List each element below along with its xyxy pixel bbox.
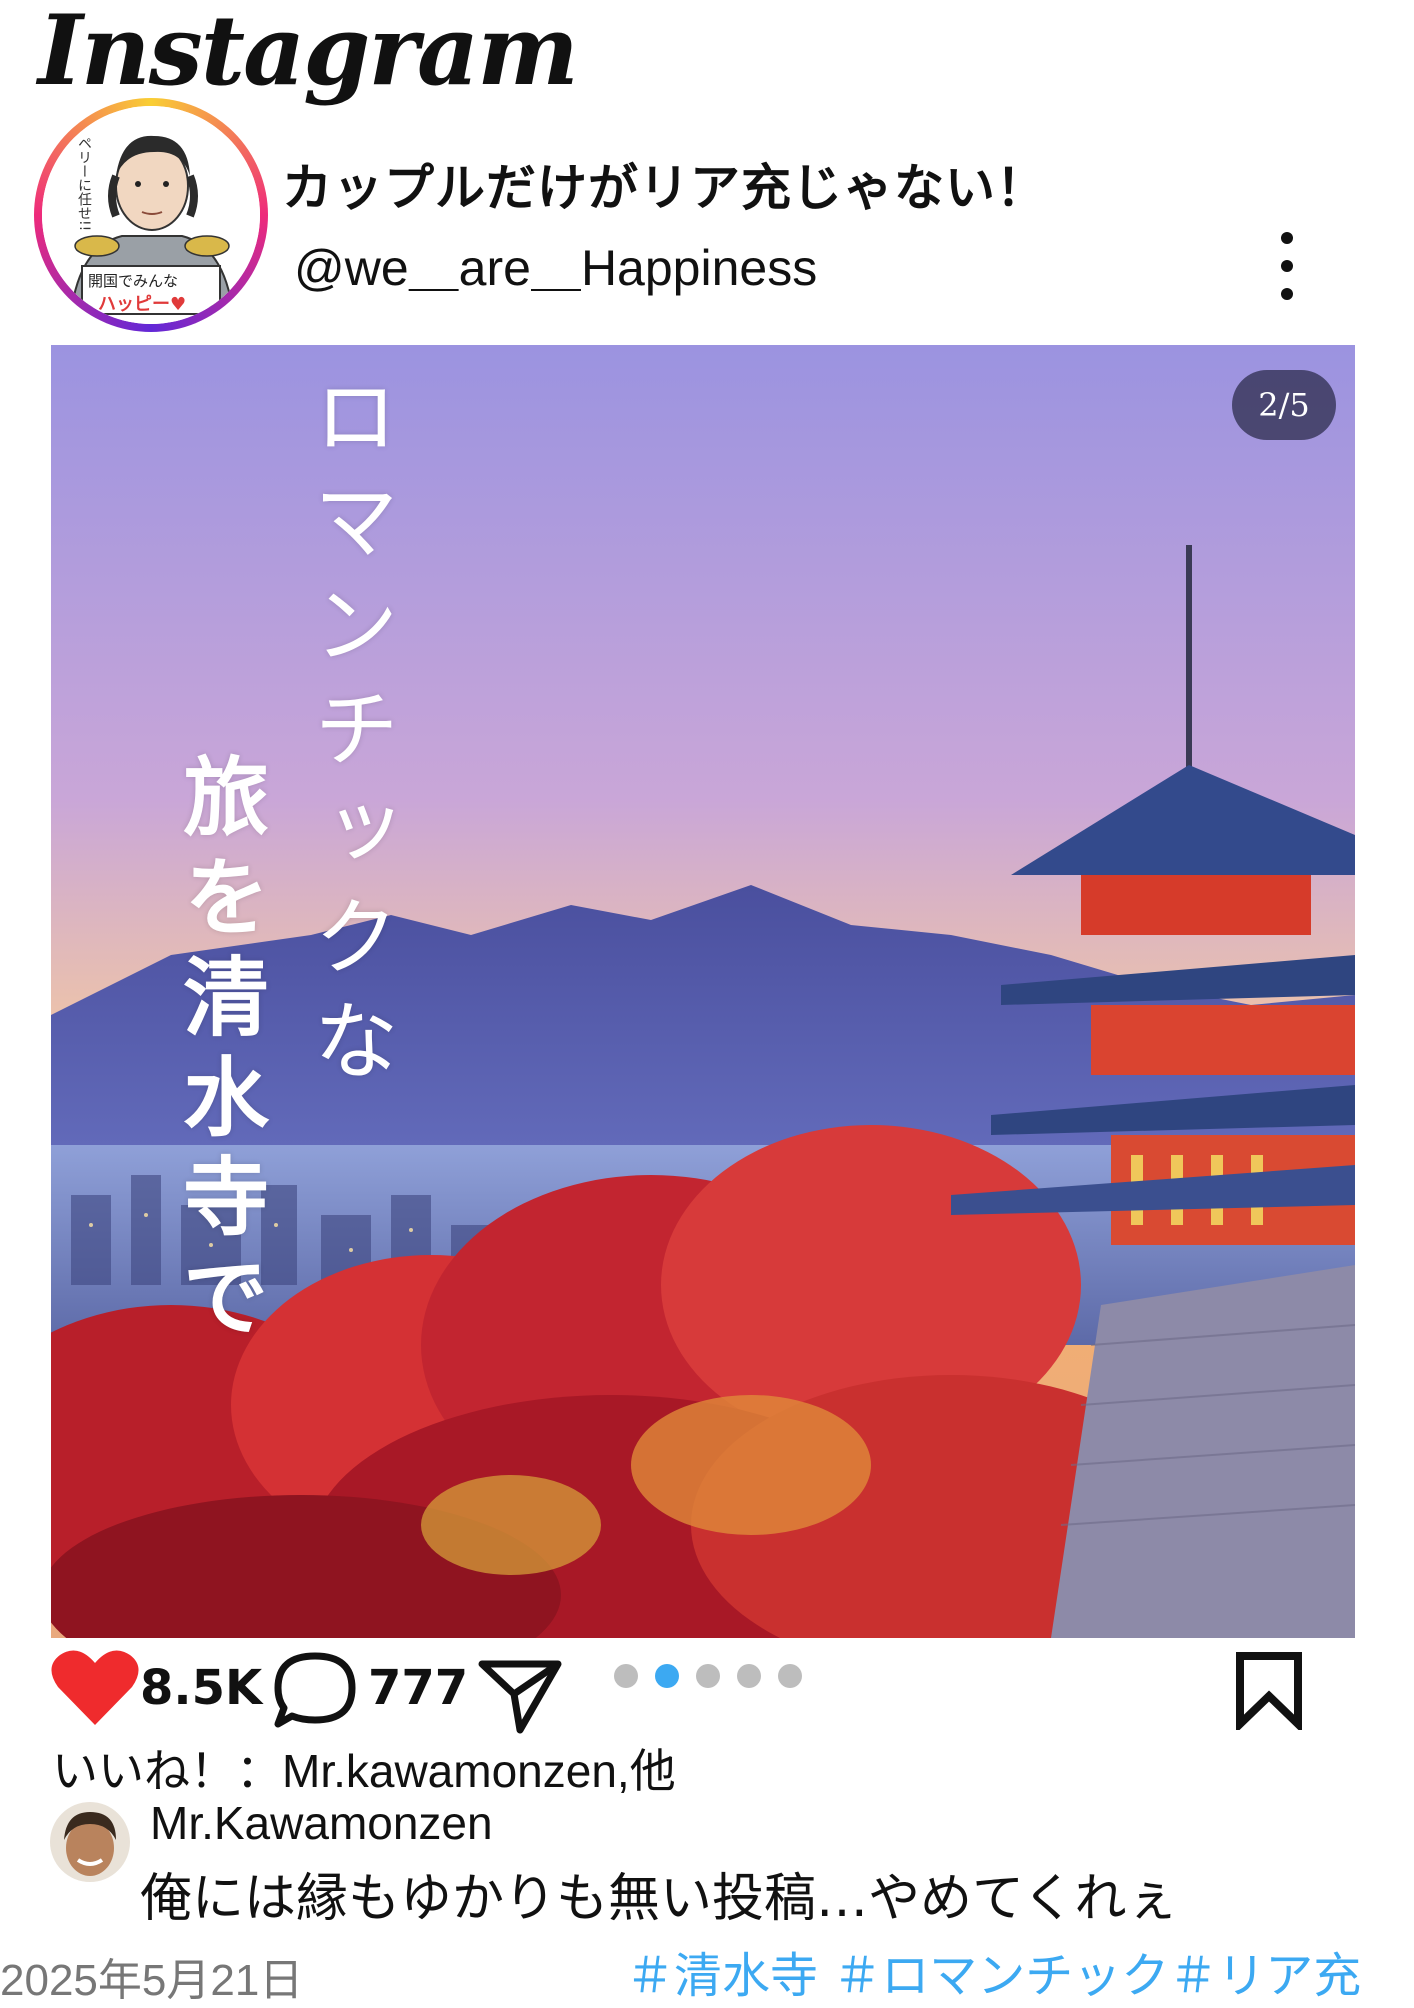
avatar-badge-line1: 開国でみんな: [88, 272, 179, 290]
more-vertical-icon[interactable]: [1272, 232, 1302, 300]
commenter-avatar[interactable]: [50, 1802, 130, 1882]
commenter-name[interactable]: Mr.Kawamonzen: [150, 1796, 493, 1850]
overlay-text-trip: 旅を清水寺で: [167, 752, 268, 1352]
comment-count: 777: [368, 1660, 469, 1716]
hashtags[interactable]: ＃清水寺 ＃ロマンチック＃リア充: [626, 1936, 1361, 2006]
carousel-indicator[interactable]: [614, 1664, 819, 1688]
comment-icon[interactable]: [272, 1650, 358, 1730]
overlay-text-romantic: ロマンチックな: [297, 372, 398, 1100]
instagram-logo: Instagram: [38, 0, 579, 107]
heart-icon[interactable]: [50, 1645, 140, 1729]
avatar-illustration: 開国でみんな ハッピー♥ ペリーに任せ!!: [42, 106, 260, 324]
carousel-dot[interactable]: [778, 1664, 802, 1688]
account-handle[interactable]: @we＿are＿Happiness: [294, 228, 817, 300]
profile-avatar[interactable]: 開国でみんな ハッピー♥ ペリーに任せ!!: [34, 98, 268, 332]
post-title: カップルだけがリア充じゃない！: [282, 159, 1047, 217]
post-date: 2025年5月21日: [0, 1956, 304, 2005]
liked-by-text[interactable]: いいね！：Mr.kawamonzen,他: [52, 1735, 676, 1801]
bookmark-icon[interactable]: [1232, 1650, 1306, 1730]
carousel-dot-active[interactable]: [655, 1664, 679, 1688]
comment-text: 俺には縁もゆかりも無い投稿…やめてくれぇ: [140, 1869, 1179, 1929]
carousel-dot[interactable]: [696, 1664, 720, 1688]
carousel-dot[interactable]: [737, 1664, 761, 1688]
avatar-speech-text: ペリーに任せ!!: [76, 136, 92, 232]
send-icon[interactable]: [476, 1654, 564, 1734]
carousel-counter: 2/5: [1232, 370, 1336, 440]
carousel-dot[interactable]: [614, 1664, 638, 1688]
avatar-badge-line2: ハッピー♥: [98, 294, 187, 315]
like-count: 8.5K: [140, 1660, 263, 1716]
